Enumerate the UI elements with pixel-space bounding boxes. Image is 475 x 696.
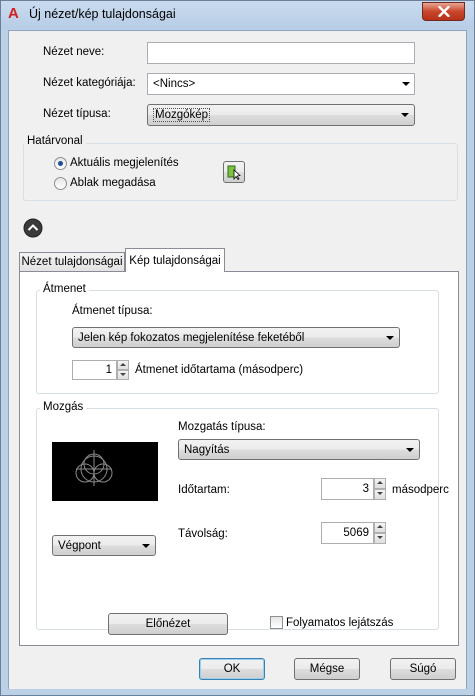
transition-type-combo[interactable]: Jelen kép fokozatos megjelenítése feketé… xyxy=(72,327,400,348)
view-type-value: Mozgókép xyxy=(153,108,211,122)
chevron-up-circle-icon xyxy=(23,218,43,238)
view-name-input[interactable] xyxy=(147,42,415,64)
spin-down-icon[interactable] xyxy=(374,533,386,544)
cancel-button[interactable]: Mégse xyxy=(294,658,360,680)
boundary-group-title: Határvonal xyxy=(24,135,86,147)
transition-duration-label: Átmenet időtartama (másodperc) xyxy=(135,364,304,376)
radio-current-display-label[interactable]: Aktuális megjelenítés xyxy=(70,157,179,169)
help-button[interactable]: Súgó xyxy=(390,658,456,680)
title-bar[interactable]: A Új nézet/kép tulajdonságai xyxy=(1,1,474,29)
dialog-title: Új nézet/kép tulajdonságai xyxy=(29,7,176,21)
loop-playback-checkbox[interactable] xyxy=(270,616,283,629)
motion-preview-thumbnail xyxy=(52,442,158,501)
pick-window-button[interactable] xyxy=(223,161,245,183)
collapse-button[interactable] xyxy=(23,218,43,238)
motion-duration-input[interactable]: 3 xyxy=(321,478,374,500)
view-category-value: <Nincs> xyxy=(153,78,196,90)
motion-duration-label: Időtartam: xyxy=(178,484,230,496)
motion-point-combo[interactable]: Végpont xyxy=(52,535,156,556)
chevron-down-icon xyxy=(386,335,394,340)
spin-up-icon[interactable] xyxy=(117,360,129,370)
view-category-label: Nézet kategóriája: xyxy=(43,77,136,89)
spin-up-icon[interactable] xyxy=(374,522,386,533)
shot-properties-panel: Átmenet Átmenet típusa: Jelen kép fokoza… xyxy=(19,271,459,646)
chevron-down-icon xyxy=(406,447,414,452)
chevron-down-icon xyxy=(401,113,409,117)
motion-group-title: Mozgás xyxy=(40,401,87,413)
motion-type-label: Mozgatás típusa: xyxy=(178,421,266,433)
ok-button[interactable]: OK xyxy=(199,658,265,680)
motion-distance-spinner[interactable] xyxy=(374,522,386,544)
motion-duration-spinner[interactable] xyxy=(374,478,386,500)
view-category-combo[interactable]: <Nincs> xyxy=(147,73,415,95)
transition-duration-spinner[interactable] xyxy=(117,360,129,380)
tab-shot-properties[interactable]: Kép tulajdonságai xyxy=(125,248,225,272)
motion-distance-input[interactable]: 5069 xyxy=(321,522,374,544)
transition-type-value: Jelen kép fokozatos megjelenítése feketé… xyxy=(78,331,305,344)
radio-define-window-label[interactable]: Ablak megadása xyxy=(70,177,156,189)
chevron-down-icon xyxy=(402,82,410,86)
spin-down-icon[interactable] xyxy=(117,370,129,380)
loop-playback-label[interactable]: Folyamatos lejátszás xyxy=(286,617,393,629)
spin-down-icon[interactable] xyxy=(374,489,386,500)
transition-duration-input[interactable]: 1 xyxy=(72,360,117,380)
zoom-motion-icon xyxy=(75,450,113,486)
motion-point-value: Végpont xyxy=(58,539,101,552)
radio-current-display[interactable] xyxy=(54,157,67,170)
dialog-client-area: Nézet neve: Nézet kategóriája: <Nincs> N… xyxy=(8,30,467,689)
transition-group-title: Átmenet xyxy=(40,283,89,295)
motion-type-combo[interactable]: Nagyítás xyxy=(178,439,420,460)
autocad-logo-icon: A xyxy=(8,5,19,22)
view-type-combo[interactable]: Mozgókép xyxy=(147,104,415,126)
motion-duration-unit: másodperc xyxy=(392,484,449,496)
view-type-label: Nézet típusa: xyxy=(43,108,111,120)
spin-up-icon[interactable] xyxy=(374,478,386,489)
view-name-label: Nézet neve: xyxy=(43,46,105,58)
radio-define-window[interactable] xyxy=(54,177,67,190)
transition-type-label: Átmenet típusa: xyxy=(72,305,153,317)
preview-button[interactable]: Előnézet xyxy=(108,613,228,635)
chevron-down-icon xyxy=(142,543,150,548)
motion-distance-label: Távolság: xyxy=(178,528,228,540)
close-icon xyxy=(437,6,450,17)
window-select-icon xyxy=(227,165,241,180)
motion-type-value: Nagyítás xyxy=(184,443,230,456)
close-button[interactable] xyxy=(422,2,465,21)
dialog-window: A Új nézet/kép tulajdonságai Nézet neve:… xyxy=(0,0,475,696)
tab-view-properties[interactable]: Nézet tulajdonságai xyxy=(19,252,125,271)
